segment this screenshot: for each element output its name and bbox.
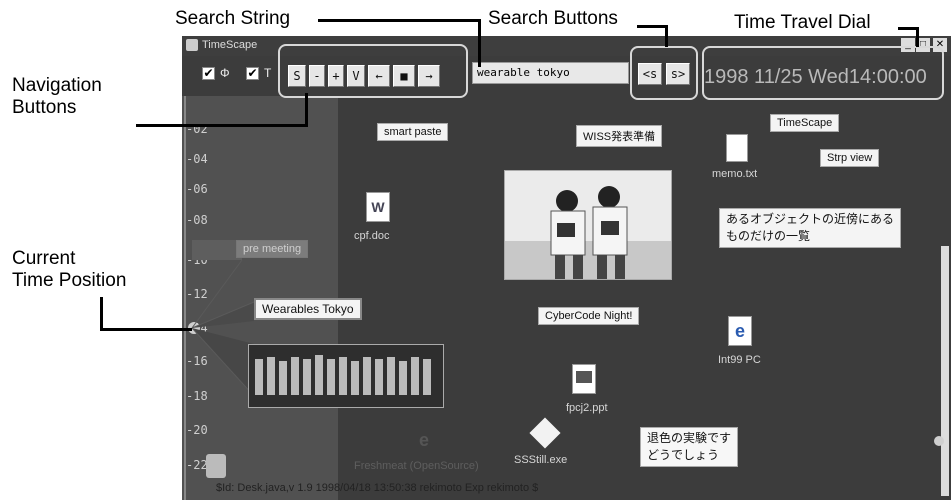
- photo-cybercode[interactable]: [504, 170, 672, 280]
- callout-navigation-line1: Navigation: [12, 75, 102, 96]
- callout-current-time-line1: Current: [12, 248, 76, 269]
- scroll-knob[interactable]: [934, 436, 944, 446]
- executable-icon[interactable]: [529, 417, 561, 449]
- callout-line: [665, 25, 668, 47]
- freshmeat-icon[interactable]: e: [412, 426, 436, 454]
- callout-line: [318, 19, 480, 22]
- callout-time-travel-dial: Time Travel Dial: [734, 12, 871, 33]
- callout-line: [305, 93, 308, 127]
- dial-highlight: [702, 46, 944, 100]
- callout-line: [136, 124, 307, 127]
- callout-search-buttons: Search Buttons: [488, 8, 618, 29]
- callout-line: [898, 27, 918, 30]
- check-t-label: T: [264, 66, 272, 80]
- note-wearables-tokyo[interactable]: Wearables Tokyo: [254, 298, 362, 320]
- search-input[interactable]: wearable tokyo: [472, 62, 629, 84]
- app-icon: [186, 39, 198, 51]
- timescape-window: TimeScape _ □ ✕ ✔ Φ ✔ T S - + V ← ■ → we…: [182, 36, 951, 500]
- callout-search-string: Search String: [175, 8, 291, 29]
- icon-label-fpcj2: fpcj2.ppt: [566, 402, 608, 414]
- note-smart-paste[interactable]: smart paste: [377, 123, 449, 141]
- note-fade-line2: どうでしょう: [647, 448, 720, 462]
- text-file-icon[interactable]: [726, 134, 748, 162]
- footer-id: $Id: Desk.java,v 1.9 1998/04/18 13:50:38…: [216, 482, 539, 494]
- icon-label-ssstill: SSStill.exe: [514, 454, 568, 466]
- callout-line: [916, 27, 919, 47]
- callout-current-time-line2: Time Position: [12, 270, 127, 291]
- callout-line: [637, 25, 667, 28]
- icon-label-freshmeat: Freshmeat (OpenSource): [354, 460, 479, 472]
- callout-current-time: Current Time Position: [12, 248, 126, 292]
- desk-area[interactable]: -02 -04 -06 -08 -10 -12 -14 -16 -18 -20 …: [182, 96, 951, 500]
- callout-navigation-line2: Buttons: [12, 97, 77, 118]
- navigation-highlight: [278, 44, 468, 98]
- icon-label-int99: Int99 PC: [718, 354, 761, 366]
- note-pre-meeting[interactable]: pre meeting: [236, 240, 309, 258]
- photo-wearables-group[interactable]: [248, 344, 444, 408]
- word-doc-icon[interactable]: W: [366, 192, 390, 222]
- note-strp-view[interactable]: Strp view: [820, 149, 880, 167]
- search-buttons-highlight: [630, 46, 698, 100]
- note-fade-line1: 退色の実験です: [647, 431, 732, 445]
- vertical-scrollbar[interactable]: [941, 246, 949, 496]
- note-neighbors-line2: ものだけの一覧: [726, 229, 811, 243]
- window-title: TimeScape: [202, 39, 258, 51]
- icon-label-cpf: cpf.doc: [354, 230, 390, 242]
- note-fade[interactable]: 退色の実験です どうでしょう: [640, 427, 739, 467]
- internet-explorer-icon[interactable]: e: [728, 316, 752, 346]
- callout-line: [100, 328, 192, 331]
- check-phi-label: Φ: [220, 66, 230, 80]
- note-wiss[interactable]: WISS発表準備: [576, 125, 663, 147]
- icon-label-memo: memo.txt: [712, 168, 758, 180]
- powerpoint-file-icon[interactable]: [572, 364, 596, 394]
- check-phi[interactable]: ✔: [202, 67, 215, 80]
- slide-thumb: [576, 371, 592, 383]
- callout-line: [100, 297, 103, 331]
- callout-line: [478, 19, 481, 67]
- note-timescape[interactable]: TimeScape: [770, 114, 840, 132]
- note-cybercode[interactable]: CyberCode Night!: [538, 307, 640, 325]
- note-neighbors[interactable]: あるオブジェクトの近傍にある ものだけの一覧: [719, 208, 902, 248]
- trash-icon[interactable]: [206, 454, 226, 478]
- note-neighbors-line1: あるオブジェクトの近傍にある: [726, 212, 895, 226]
- callout-navigation-buttons: Navigation Buttons: [12, 75, 102, 119]
- check-t[interactable]: ✔: [246, 67, 259, 80]
- photo-group-image: [249, 345, 443, 407]
- photo-people-image: [505, 171, 671, 279]
